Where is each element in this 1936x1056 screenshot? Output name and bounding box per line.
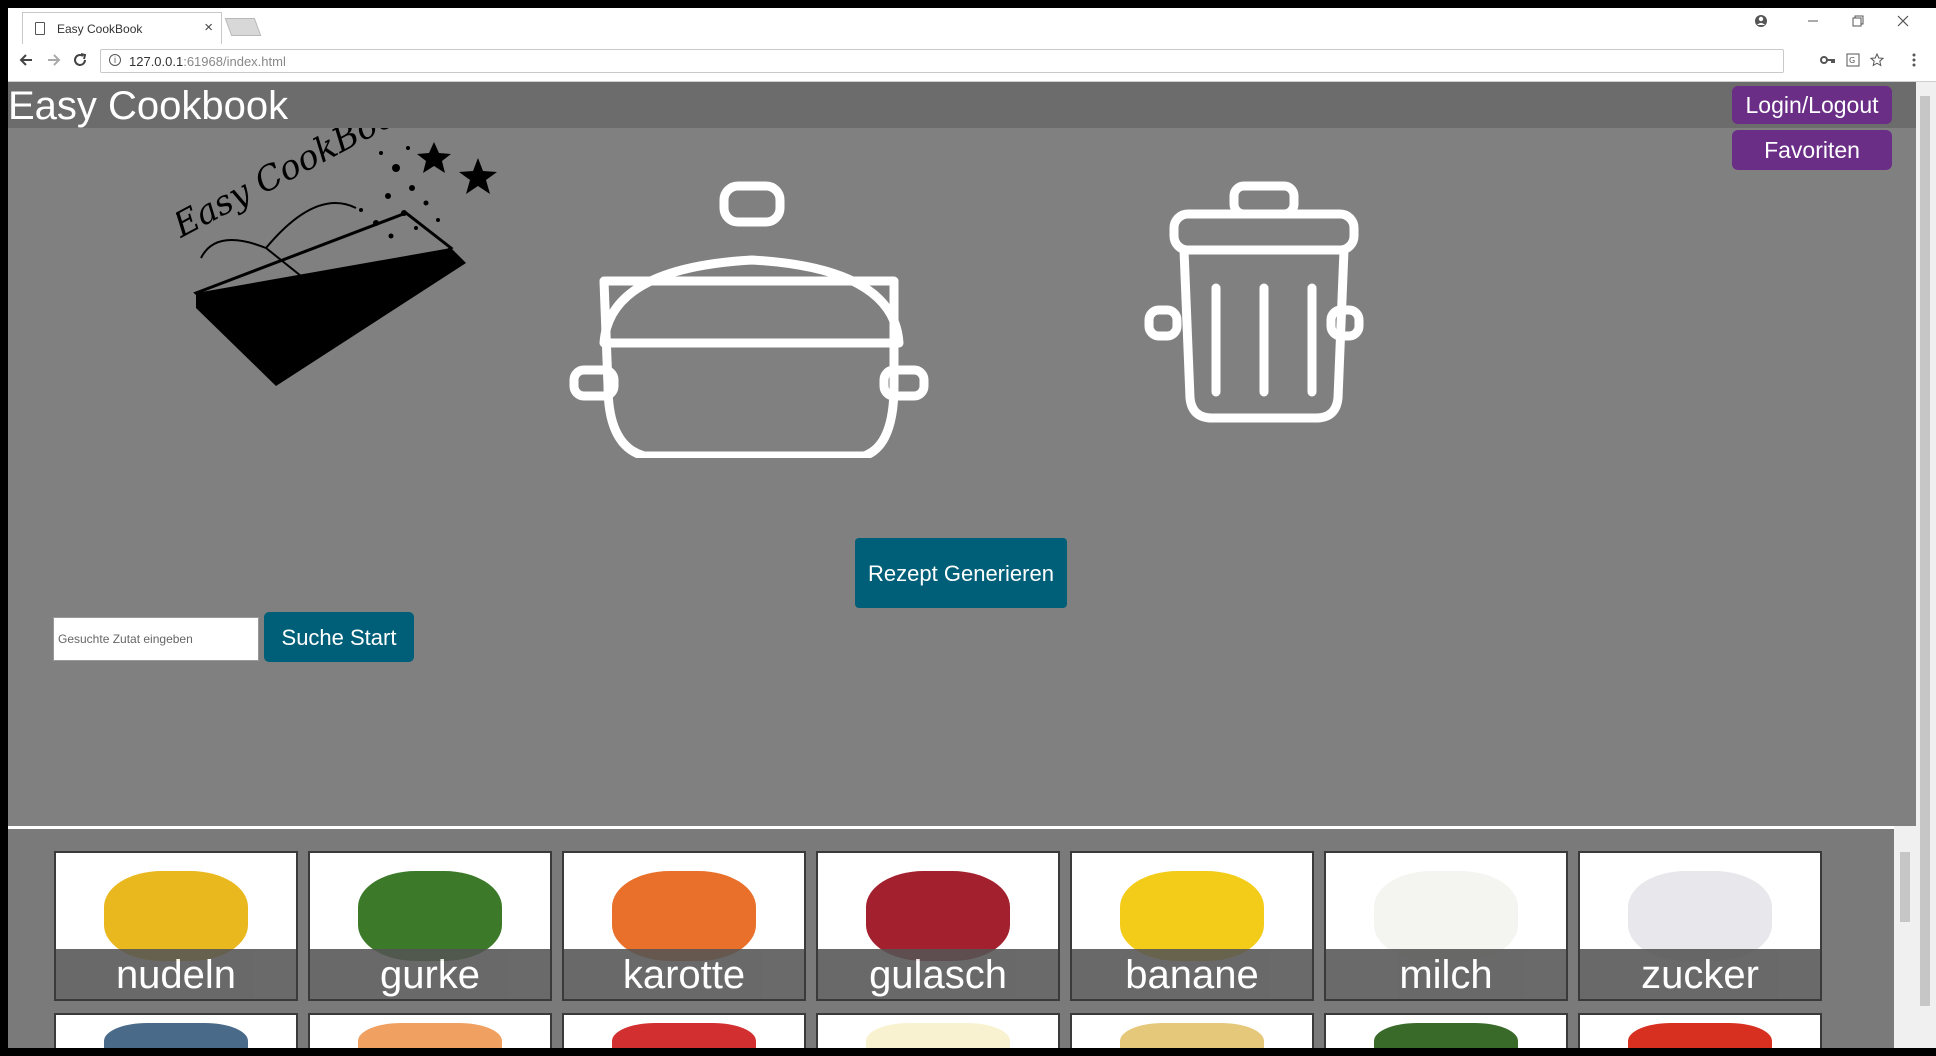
new-tab-button[interactable]: [224, 18, 262, 36]
browser-tab[interactable]: Easy CookBook ×: [22, 12, 222, 44]
ingredient-image: [866, 1023, 1010, 1048]
forward-icon[interactable]: [46, 52, 62, 72]
ingredients-scroll-thumb[interactable]: [1900, 852, 1910, 922]
url-path: :61968/index.html: [183, 54, 286, 69]
url-text: 127.0.0.1:61968/index.html: [129, 54, 286, 69]
generate-recipe-button[interactable]: Rezept Generieren: [855, 538, 1067, 608]
ingredient-card[interactable]: [816, 1013, 1060, 1048]
ingredient-card[interactable]: milch: [1324, 851, 1568, 1001]
ingredient-label: gulasch: [818, 949, 1058, 999]
site-title: Easy Cookbook: [8, 84, 289, 128]
ingredient-label: banane: [1072, 949, 1312, 999]
ingredient-card[interactable]: gulasch: [816, 851, 1060, 1001]
page-scroll-thumb[interactable]: [1920, 96, 1930, 1006]
bookmark-star-icon[interactable]: [1869, 52, 1885, 70]
ingredient-image: [1628, 1023, 1772, 1048]
cookbook-logo-icon: Easy CookBook: [176, 128, 497, 386]
ingredient-card[interactable]: [562, 1013, 806, 1048]
trash-icon[interactable]: [1144, 178, 1364, 428]
page-icon: [35, 22, 45, 35]
address-bar: i 127.0.0.1:61968/index.html G: [8, 44, 1936, 82]
menu-dots-icon[interactable]: [1912, 53, 1916, 70]
ingredient-card[interactable]: [1070, 1013, 1314, 1048]
pot-icon[interactable]: [564, 178, 934, 458]
ingredient-card[interactable]: [308, 1013, 552, 1048]
tab-close-icon[interactable]: ×: [204, 19, 213, 37]
browser-window: Easy CookBook × i 127.0.0.1:61968/index.…: [8, 8, 1936, 1048]
ingredients-scrollbar[interactable]: [1894, 826, 1916, 1048]
page-scrollbar[interactable]: [1916, 82, 1936, 1048]
svg-text:G: G: [1849, 56, 1855, 65]
url-field[interactable]: i 127.0.0.1:61968/index.html: [100, 49, 1784, 73]
ingredient-card[interactable]: [54, 1013, 298, 1048]
logo-text: Easy CookBook: [176, 128, 421, 246]
login-logout-button[interactable]: Login/Logout: [1732, 86, 1892, 124]
ingredient-image: [104, 871, 248, 961]
restore-icon[interactable]: [1851, 14, 1865, 31]
site-header: Easy Cookbook: [8, 82, 1916, 128]
ingredient-card[interactable]: [1324, 1013, 1568, 1048]
back-icon[interactable]: [18, 52, 34, 72]
info-icon[interactable]: i: [109, 54, 121, 66]
ingredient-card[interactable]: karotte: [562, 851, 806, 1001]
ingredient-card[interactable]: banane: [1070, 851, 1314, 1001]
search-start-button[interactable]: Suche Start: [264, 612, 414, 662]
ingredient-image: [1374, 1023, 1518, 1048]
ingredient-image: [1374, 871, 1518, 961]
ingredient-card[interactable]: [1578, 1013, 1822, 1048]
url-host: 127.0.0.1: [129, 54, 184, 69]
ingredients-panel: nudeln gurke karotte gulasch banane milch zuck…: [8, 826, 1894, 1048]
key-icon[interactable]: [1820, 53, 1836, 69]
ingredient-label: zucker: [1580, 949, 1820, 999]
ingredient-image: [612, 871, 756, 961]
ingredient-label: karotte: [564, 949, 804, 999]
ingredient-card[interactable]: nudeln: [54, 851, 298, 1001]
ingredient-image: [1628, 871, 1772, 961]
close-window-icon[interactable]: [1896, 14, 1910, 31]
favorites-button[interactable]: Favoriten: [1732, 130, 1892, 170]
ingredient-image: [612, 1023, 756, 1048]
ingredient-search-input[interactable]: [53, 617, 259, 661]
tab-title: Easy CookBook: [57, 22, 143, 36]
ingredient-image: [1120, 871, 1264, 961]
ingredient-image: [866, 871, 1010, 961]
ingredient-card[interactable]: gurke: [308, 851, 552, 1001]
ingredient-label: gurke: [310, 949, 550, 999]
ingredient-image: [358, 1023, 502, 1048]
minimize-icon[interactable]: [1806, 14, 1820, 31]
ingredient-image: [104, 1023, 248, 1048]
ingredient-image: [1120, 1023, 1264, 1048]
tab-bar: Easy CookBook ×: [8, 8, 1936, 45]
ingredient-label: milch: [1326, 949, 1566, 999]
ingredient-image: [358, 871, 502, 961]
translate-icon[interactable]: G: [1846, 53, 1860, 70]
account-icon[interactable]: [1754, 14, 1768, 31]
reload-icon[interactable]: [72, 52, 88, 72]
ingredient-card[interactable]: zucker: [1578, 851, 1822, 1001]
ingredient-label: nudeln: [56, 949, 296, 999]
page-content: Easy Cookbook Login/Logout Favoriten Eas…: [8, 82, 1916, 1048]
